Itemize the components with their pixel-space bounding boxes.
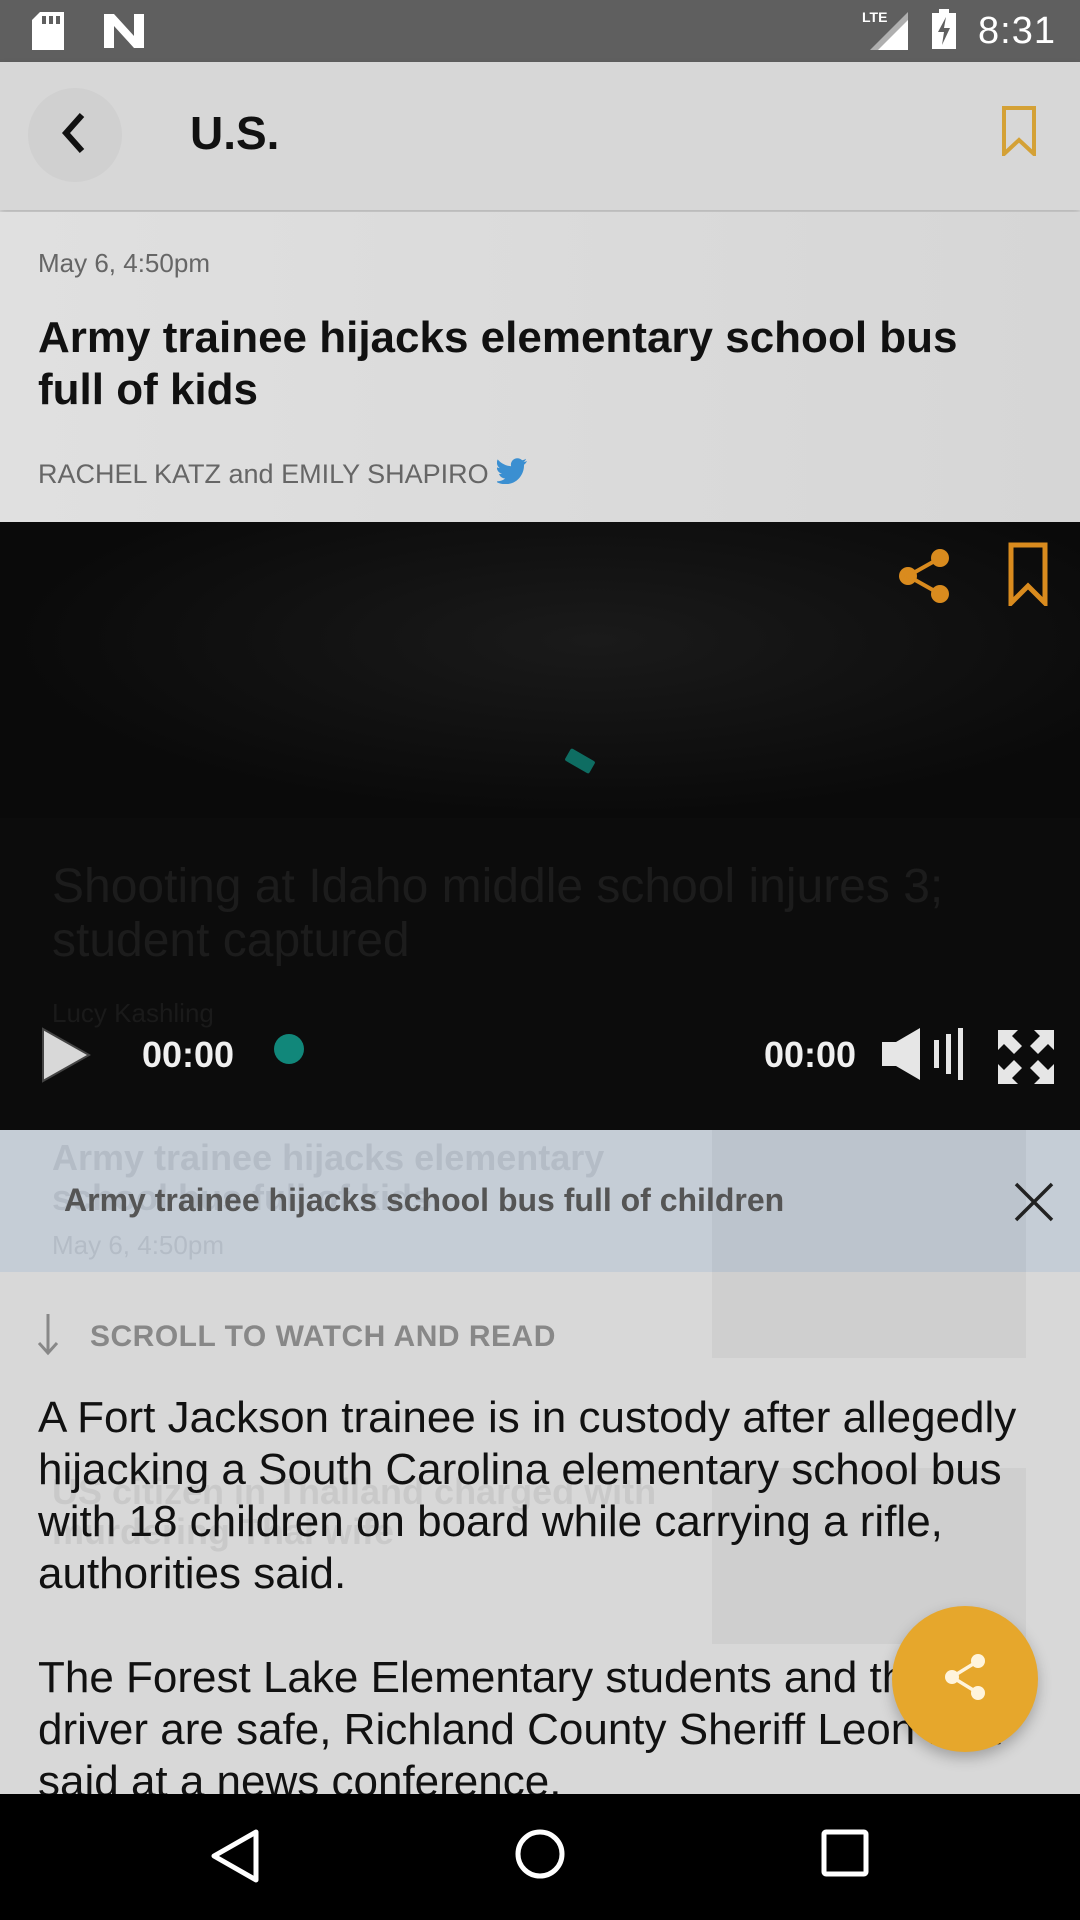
- scrubber-handle[interactable]: [274, 1034, 304, 1064]
- article-title: Army trainee hijacks elementary school b…: [38, 313, 958, 414]
- bookmark-icon: [1008, 542, 1048, 610]
- video-controls: 00:00 00:00: [0, 1020, 1080, 1090]
- sd-card-icon: [32, 12, 64, 55]
- total-time: 00:00: [764, 1034, 857, 1075]
- article-authors[interactable]: RACHEL KATZ and EMILY SHAPIRO: [38, 458, 527, 491]
- app-root: LTE 8:31 U.S. May 6, 4:50pm Army trainee…: [0, 0, 1080, 1920]
- twitter-icon[interactable]: [494, 458, 527, 491]
- share-fab[interactable]: [892, 1606, 1038, 1752]
- signal-icon: LTE: [860, 8, 910, 55]
- arrow-down-icon: [36, 1312, 60, 1361]
- volume-button[interactable]: [880, 1026, 966, 1087]
- background-thumbnail: [712, 1272, 1026, 1358]
- article-date: May 6, 4:50pm: [38, 248, 210, 278]
- back-button[interactable]: [28, 88, 122, 182]
- square-recents-icon: [820, 1829, 870, 1882]
- triangle-back-icon: [210, 1829, 260, 1888]
- bookmark-icon: [1002, 106, 1036, 160]
- fullscreen-button[interactable]: [996, 1028, 1056, 1091]
- status-left-icons: [32, 12, 144, 55]
- circle-home-icon: [514, 1829, 566, 1884]
- app-header: U.S.: [0, 62, 1080, 210]
- now-playing-title: Army trainee hijacks school bus full of …: [64, 1182, 785, 1218]
- header-bookmark-button[interactable]: [1002, 106, 1036, 161]
- play-button[interactable]: [40, 1026, 92, 1089]
- video-bookmark-button[interactable]: [1008, 542, 1048, 611]
- share-icon: [898, 549, 950, 608]
- background-date: May 6, 4:50pm: [52, 1230, 224, 1260]
- status-bar: LTE 8:31: [0, 0, 1080, 62]
- scroll-hint: SCROLL TO WATCH AND READ: [36, 1312, 556, 1361]
- close-button[interactable]: [1012, 1180, 1056, 1229]
- status-right: LTE 8:31: [860, 8, 1056, 55]
- nav-recents-button[interactable]: [820, 1828, 870, 1883]
- background-headline: Shooting at Idaho middle school injures …: [52, 860, 944, 967]
- current-time: 00:00: [142, 1034, 235, 1075]
- scroll-label: SCROLL TO WATCH AND READ: [90, 1319, 556, 1353]
- authors-text: RACHEL KATZ and EMILY SHAPIRO: [38, 459, 489, 489]
- nav-back-button[interactable]: [210, 1828, 260, 1889]
- play-icon: [40, 1027, 92, 1088]
- article-header: May 6, 4:50pm Army trainee hijacks eleme…: [0, 212, 1080, 522]
- system-nav-bar: [0, 1794, 1080, 1920]
- network-label: LTE: [862, 9, 887, 25]
- n-icon: [104, 14, 144, 53]
- now-playing-bar[interactable]: Army trainee hijacks elementary school b…: [0, 1130, 1080, 1272]
- chevron-left-icon: [60, 111, 90, 160]
- paragraph: A Fort Jackson trainee is in custody aft…: [38, 1393, 1017, 1598]
- section-title: U.S.: [190, 107, 280, 159]
- volume-icon: [880, 1028, 966, 1086]
- video-player[interactable]: Shooting at Idaho middle school injures …: [0, 522, 1080, 1130]
- fullscreen-icon: [996, 1030, 1056, 1090]
- nav-home-button[interactable]: [514, 1828, 566, 1885]
- share-icon: [943, 1653, 987, 1706]
- close-icon: [1012, 1182, 1056, 1228]
- status-time: 8:31: [978, 10, 1056, 52]
- battery-charging-icon: [932, 9, 957, 54]
- article-text: A Fort Jackson trainee is in custody aft…: [38, 1392, 1048, 1794]
- video-share-button[interactable]: [898, 548, 950, 609]
